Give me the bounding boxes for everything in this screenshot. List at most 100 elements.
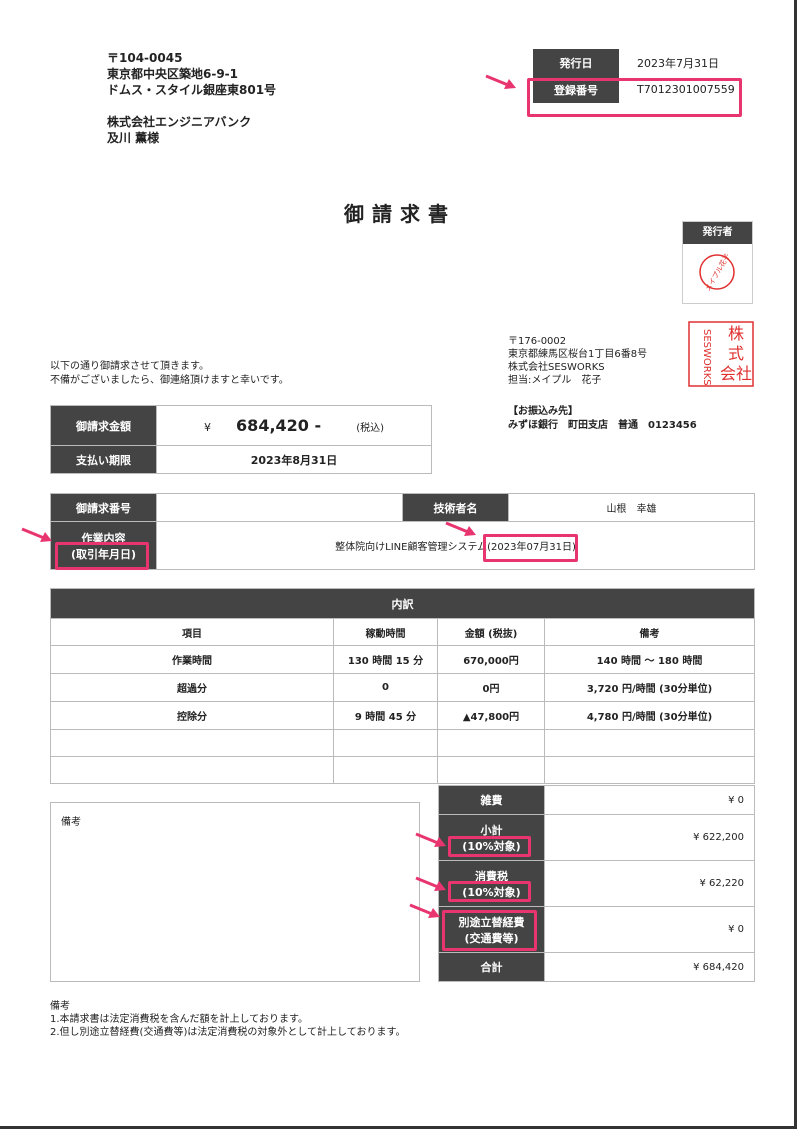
highlight-transport-label — [442, 910, 537, 951]
recipient-postal: 〒104-0045 — [107, 51, 183, 65]
detail-title: 内訳 — [50, 588, 755, 619]
bank-label: 【お振込み先】 — [508, 406, 578, 417]
arrow-icon — [21, 527, 52, 542]
recipient-address-line1: 東京都中央区築地6-9-1 — [107, 67, 239, 81]
tax-value: ¥ 62,220 — [544, 860, 755, 907]
row-item: 超過分 — [50, 673, 334, 702]
issuer-company: 株式会社SESWORKS — [508, 362, 605, 373]
arrow-icon — [415, 832, 446, 847]
highlight-work-date — [483, 534, 578, 562]
invoice-number-label: 御請求番号 — [50, 493, 157, 522]
notes-line2: 2.但し別途立替経費(交通費等)は法定消費税の対象外として計上しております。 — [50, 1027, 406, 1038]
row-remarks — [544, 729, 755, 757]
memo-box: 備考 — [50, 802, 420, 982]
row-item — [50, 756, 334, 784]
row-item — [50, 729, 334, 757]
svg-text:SESWORKS: SESWORKS — [701, 329, 712, 386]
bank-detail: みずほ銀行 町田支店 普通 0123456 — [508, 420, 697, 431]
invoice-info-table: 御請求番号 技術者名 山根 幸雄 作業内容 (取引年月日) 整体院向けLINE顧… — [50, 493, 755, 570]
svg-text:式: 式 — [728, 344, 744, 363]
highlight-tax-note — [448, 881, 531, 902]
issue-date-label: 発行日 — [533, 49, 619, 76]
intro-line1: 以下の通り御請求させて頂きます。 — [50, 361, 209, 372]
table-row: 控除分 9 時間 45 分 ▲47,800円 4,780 円/時間 (30分単位… — [50, 701, 755, 730]
highlight-subtotal-note — [448, 836, 531, 857]
recipient-address: 〒104-0045 東京都中央区築地6-9-1 ドムス・スタイル銀座東801号 — [107, 50, 276, 98]
table-row: 超過分 0 0円 3,720 円/時間 (30分単位) — [50, 673, 755, 702]
document-title: 御請求書 — [344, 202, 456, 226]
arrow-icon — [485, 74, 516, 89]
detail-header-item: 項目 — [50, 618, 334, 646]
misc-value: ¥ 0 — [544, 785, 755, 815]
svg-text:会社: 会社 — [720, 364, 752, 383]
row-remarks: 4,780 円/時間 (30分単位) — [544, 701, 755, 730]
recipient-company: 株式会社エンジニアバンク — [107, 115, 252, 129]
table-row — [50, 729, 755, 757]
detail-header-row: 項目 稼動時間 金額 (税抜) 備考 — [50, 618, 755, 646]
amount-cell: ¥ 684,420 - (税込) — [156, 405, 432, 446]
arrow-icon — [445, 521, 476, 536]
row-amount — [437, 756, 545, 784]
misc-label: 雑費 — [438, 785, 545, 815]
footer-notes: 備考 1.本請求書は法定消費税を含んだ額を計上しております。 2.但し別途立替経… — [50, 1000, 405, 1039]
detail-header-amount: 金額 (税抜) — [437, 618, 545, 646]
row-hours — [333, 756, 438, 784]
row-amount: 0円 — [437, 673, 545, 702]
row-hours: 130 時間 15 分 — [333, 645, 438, 674]
invoice-number-value — [156, 493, 403, 522]
intro-text: 以下の通り御請求させて頂きます。 不備がございましたら、御連絡頂けますと幸いです… — [50, 360, 289, 388]
issuer-label: 発行者 — [683, 222, 752, 244]
work-description: 整体院向けLINE顧客管理システム — [335, 542, 488, 553]
row-hours — [333, 729, 438, 757]
engineer-name: 山根 幸雄 — [508, 493, 755, 522]
total-label: 合計 — [438, 952, 545, 982]
subtotal-value: ¥ 622,200 — [544, 814, 755, 861]
issuer-info: 〒176-0002 東京都練馬区桜台1丁目6番8号 株式会社SESWORKS 担… — [508, 335, 647, 387]
intro-line2: 不備がございましたら、御連絡頂けますと幸いです。 — [50, 375, 289, 386]
bank-info: 【お振込み先】 みずほ銀行 町田支店 普通 0123456 — [508, 405, 697, 433]
amount-table: 御請求金額 ¥ 684,420 - (税込) 支払い期限 2023年8月31日 — [50, 405, 432, 474]
arrow-icon — [409, 903, 440, 918]
amount-value: 684,420 - — [236, 416, 322, 435]
row-remarks: 140 時間 〜 180 時間 — [544, 645, 755, 674]
recipient-person: 及川 薫様 — [107, 131, 160, 145]
total-value: ¥ 684,420 — [544, 952, 755, 982]
due-label: 支払い期限 — [50, 445, 157, 474]
issue-date-value: 2023年7月31日 — [637, 56, 719, 70]
issuer-address: 東京都練馬区桜台1丁目6番8号 — [508, 349, 648, 360]
highlight-work-date-label — [55, 542, 149, 570]
due-date: 2023年8月31日 — [156, 445, 432, 474]
detail-header-hours: 稼動時間 — [333, 618, 438, 646]
row-amount: 670,000円 — [437, 645, 545, 674]
memo-label: 備考 — [61, 817, 81, 828]
issuer-stamp-box: 発行者 メイプル花子 — [682, 221, 753, 304]
engineer-label: 技術者名 — [402, 493, 509, 522]
amount-label: 御請求金額 — [50, 405, 157, 446]
row-hours: 0 — [333, 673, 438, 702]
table-row — [50, 756, 755, 784]
row-amount: ▲47,800円 — [437, 701, 545, 730]
row-hours: 9 時間 45 分 — [333, 701, 438, 730]
row-remarks: 3,720 円/時間 (30分単位) — [544, 673, 755, 702]
issuer-postal: 〒176-0002 — [508, 336, 567, 347]
transport-value: ¥ 0 — [544, 906, 755, 953]
detail-table: 内訳 項目 稼動時間 金額 (税抜) 備考 作業時間 130 時間 15 分 6… — [50, 588, 755, 784]
personal-seal-icon: メイプル花子 — [699, 252, 735, 293]
table-row: 作業時間 130 時間 15 分 670,000円 140 時間 〜 180 時… — [50, 645, 755, 674]
recipient-name-block: 株式会社エンジニアバンク 及川 薫様 — [107, 114, 251, 146]
arrow-icon — [415, 876, 446, 891]
detail-header-remarks: 備考 — [544, 618, 755, 646]
recipient-address-line2: ドムス・スタイル銀座東801号 — [107, 83, 277, 97]
row-item: 作業時間 — [50, 645, 334, 674]
company-seal-icon: 株 式 会社 SESWORKS — [688, 321, 754, 387]
notes-title: 備考 — [50, 1001, 70, 1012]
svg-text:株: 株 — [728, 324, 744, 343]
tax-note: (税込) — [356, 423, 385, 434]
issuer-contact: 担当:メイプル 花子 — [508, 375, 602, 386]
notes-line1: 1.本請求書は法定消費税を含んだ額を計上しております。 — [50, 1014, 308, 1025]
row-item: 控除分 — [50, 701, 334, 730]
highlight-registration — [527, 78, 742, 117]
currency-symbol: ¥ — [203, 421, 211, 434]
row-remarks — [544, 756, 755, 784]
row-amount — [437, 729, 545, 757]
